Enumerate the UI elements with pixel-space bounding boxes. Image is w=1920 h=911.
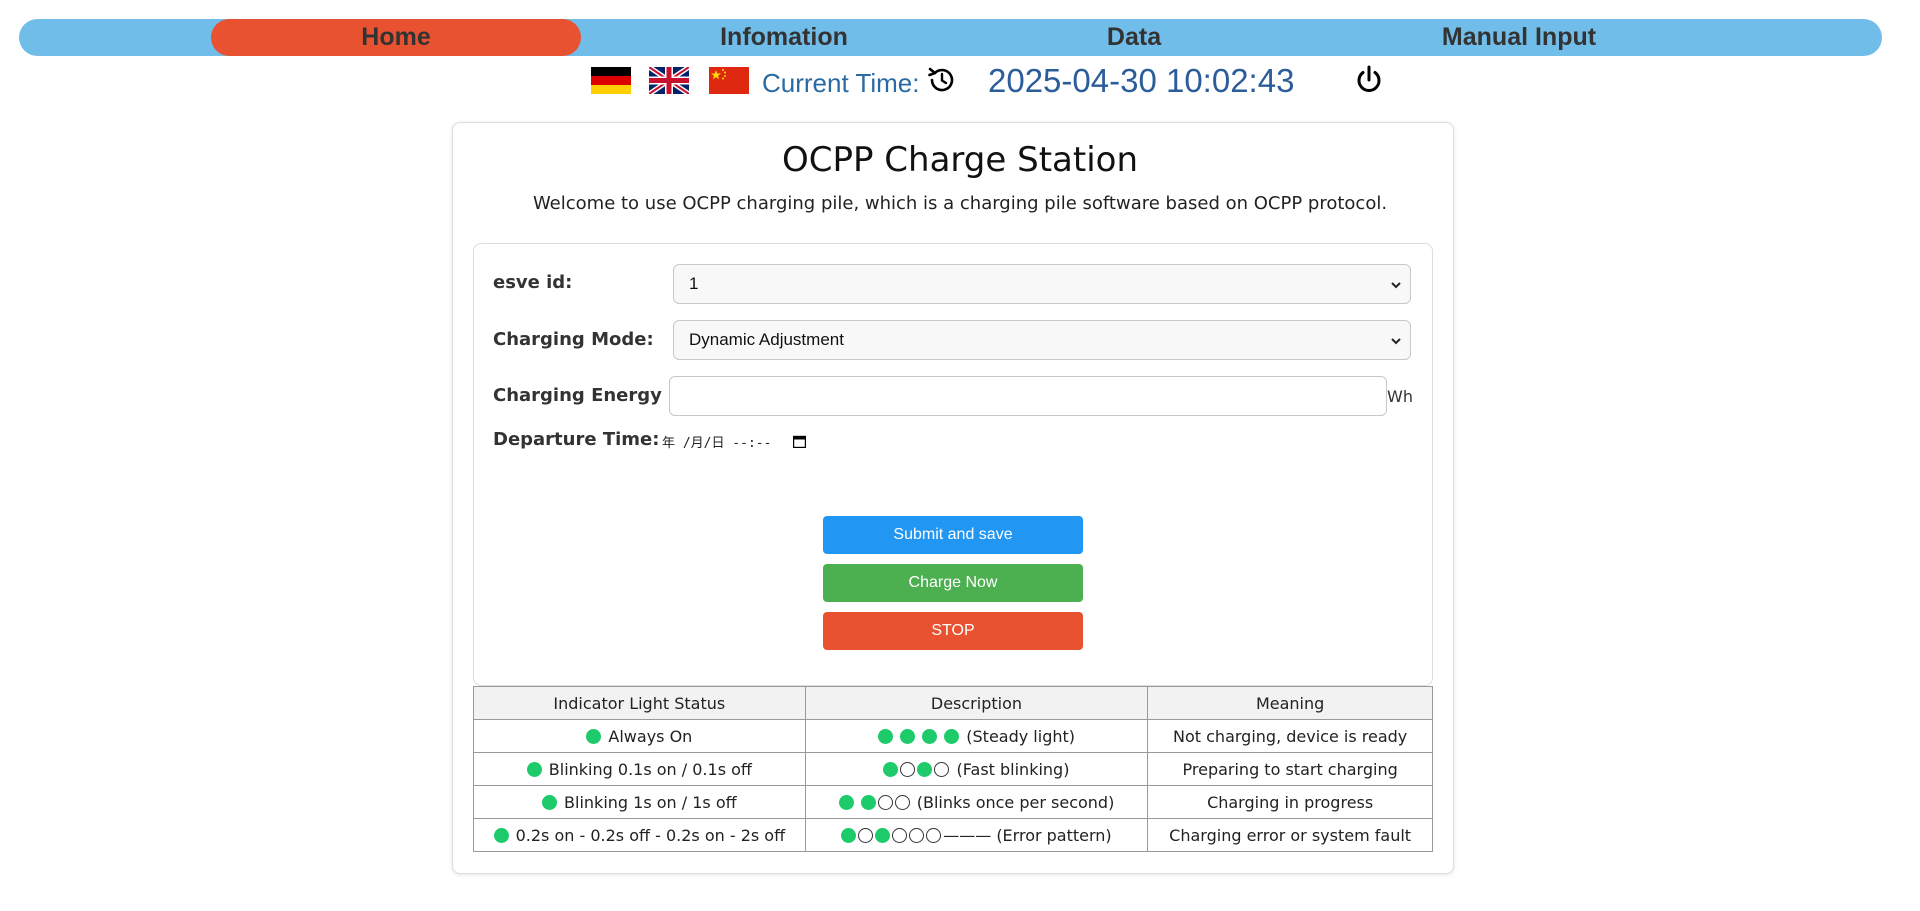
sync-time-icon[interactable] — [926, 64, 958, 96]
power-icon[interactable] — [1353, 64, 1385, 96]
led-on-icon — [493, 827, 509, 843]
energy-unit: Wh — [1387, 387, 1413, 406]
status-cell: Blinking 0.1s on / 0.1s off — [473, 752, 806, 786]
meaning-cell: Preparing to start charging — [1147, 752, 1433, 786]
calendar-icon[interactable] — [793, 435, 806, 448]
led-on-icon — [586, 728, 602, 744]
description-cell: (Steady light) — [804, 719, 1149, 753]
submit-save-button[interactable]: Submit and save — [823, 516, 1083, 554]
status-text: Always On — [608, 726, 693, 746]
departure-time-label: Departure Time: — [493, 429, 660, 450]
page-subtitle: Welcome to use OCPP charging pile, which… — [532, 193, 1388, 214]
status-text: Blinking 0.1s on / 0.1s off — [548, 759, 752, 779]
status-text: Blinking 1s on / 1s off — [564, 792, 737, 812]
table-header: Indicator Light Status — [473, 686, 806, 720]
led-on-icon — [944, 728, 960, 744]
led-on-icon — [860, 794, 876, 810]
charging-energy-label: Charging Energy — [493, 385, 662, 406]
led-on-icon — [541, 794, 557, 810]
table-header-row: Indicator Light Status Description Meani… — [473, 686, 1433, 720]
led-off-icon — [934, 761, 950, 777]
led-on-icon — [883, 761, 899, 777]
top-nav-bar: Home Infomation Data Manual Input — [19, 19, 1882, 56]
table-header: Description — [804, 686, 1149, 720]
led-on-icon — [875, 827, 891, 843]
nav-home[interactable]: Home — [211, 19, 581, 56]
meaning-cell: Not charging, device is ready — [1147, 719, 1433, 753]
flag-uk-icon[interactable] — [649, 67, 689, 94]
page-title: OCPP Charge Station — [781, 140, 1138, 180]
charging-mode-select[interactable]: Dynamic Adjustment — [673, 320, 1411, 360]
flag-germany-icon[interactable] — [591, 67, 631, 94]
led-off-icon — [926, 827, 942, 843]
led-on-icon — [841, 827, 857, 843]
esve-id-value: 1 — [689, 274, 699, 293]
esve-id-label: esve id: — [493, 272, 573, 293]
nav-data[interactable]: Data — [1034, 19, 1234, 56]
status-cell: Always On — [473, 719, 806, 753]
charging-mode-value: Dynamic Adjustment — [689, 330, 844, 349]
table-row: Blinking 0.1s on / 0.1s off (Fast blinki… — [473, 752, 1433, 786]
current-time-value: 2025-04-30 10:02:43 — [988, 62, 1295, 99]
indicator-table: Indicator Light Status Description Meani… — [473, 686, 1433, 852]
led-off-icon — [877, 794, 893, 810]
meaning-cell: Charging error or system fault — [1147, 818, 1433, 852]
stop-button[interactable]: STOP — [823, 612, 1083, 650]
nav-manual-input[interactable]: Manual Input — [1354, 19, 1684, 56]
led-on-icon — [877, 728, 893, 744]
led-off-icon — [892, 827, 908, 843]
led-on-icon — [899, 728, 915, 744]
table-header: Meaning — [1147, 686, 1433, 720]
description-text: (Steady light) — [966, 726, 1075, 746]
table-row: Always On (Steady light) Not charging, d… — [473, 719, 1433, 753]
description-text: (Fast blinking) — [956, 759, 1070, 779]
error-dash: ——— — [943, 825, 992, 845]
led-off-icon — [909, 827, 925, 843]
current-time-label: Current Time: — [762, 68, 920, 98]
meaning-cell: Charging in progress — [1147, 785, 1433, 819]
status-cell: 0.2s on - 0.2s off - 0.2s on - 2s off — [473, 818, 806, 852]
chevron-down-icon — [1391, 282, 1401, 289]
nav-information[interactable]: Infomation — [594, 19, 974, 56]
status-cell: Blinking 1s on / 1s off — [473, 785, 806, 819]
charging-mode-label: Charging Mode: — [493, 329, 654, 350]
led-on-icon — [917, 761, 933, 777]
led-on-icon — [526, 761, 542, 777]
description-cell: (Blinks once per second) — [804, 785, 1149, 819]
charging-energy-input[interactable] — [669, 376, 1387, 416]
description-text: (Error pattern) — [996, 825, 1112, 845]
table-row: Blinking 1s on / 1s off (Blinks once per… — [473, 785, 1433, 819]
departure-time-input[interactable]: 年 /月/日 --:-- — [662, 432, 771, 454]
esve-id-select[interactable]: 1 — [673, 264, 1411, 304]
led-off-icon — [900, 761, 916, 777]
led-on-icon — [838, 794, 854, 810]
description-cell: ——— (Error pattern) — [804, 818, 1149, 852]
description-cell: (Fast blinking) — [804, 752, 1149, 786]
table-row: 0.2s on - 0.2s off - 0.2s on - 2s off ——… — [473, 818, 1433, 852]
flag-china-icon[interactable] — [709, 67, 749, 94]
status-text: 0.2s on - 0.2s off - 0.2s on - 2s off — [515, 825, 786, 845]
led-off-icon — [858, 827, 874, 843]
led-on-icon — [922, 728, 938, 744]
charge-now-button[interactable]: Charge Now — [823, 564, 1083, 602]
chevron-down-icon — [1391, 338, 1401, 345]
led-off-icon — [894, 794, 910, 810]
description-text: (Blinks once per second) — [916, 792, 1115, 812]
